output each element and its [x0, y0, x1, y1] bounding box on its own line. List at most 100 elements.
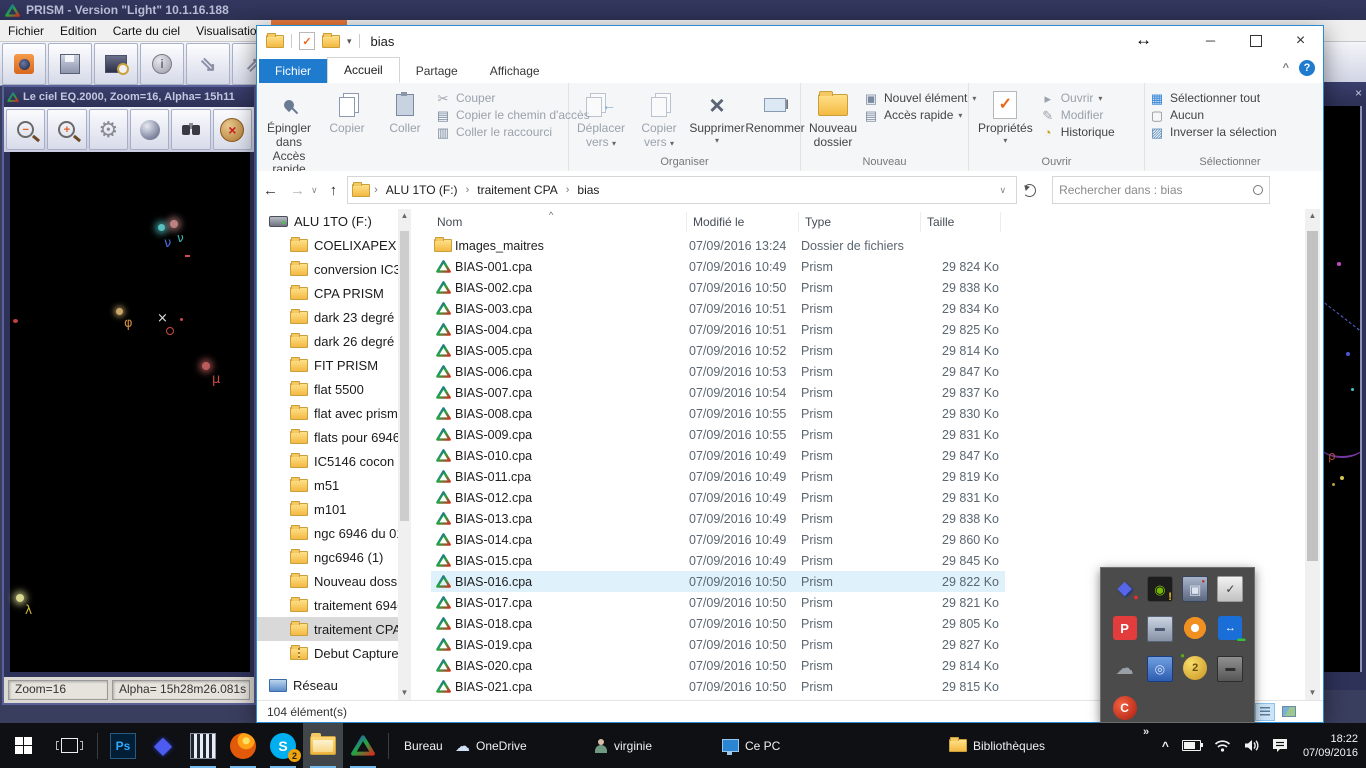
cube-alert-icon[interactable]: ◆ ● — [1113, 576, 1137, 600]
desktop-toolbar-label[interactable]: Bureau — [404, 723, 443, 768]
sidebar-item[interactable]: flat avec prism d — [257, 401, 398, 425]
select-none-button[interactable]: ▢Aucun — [1149, 108, 1277, 122]
file-row[interactable]: BIAS-006.cpa 07/09/2016 10:53 Prism 29 8… — [431, 361, 1005, 382]
sidebar-item[interactable]: FIT PRISM — [257, 353, 398, 377]
select-all-button[interactable]: ▦Sélectionner tout — [1149, 91, 1277, 105]
video-app[interactable] — [183, 723, 223, 768]
scroll-up-icon[interactable]: ▲ — [398, 209, 411, 223]
desktop-toolbar-item[interactable]: ☁ OneDrive — [455, 723, 527, 768]
open-button[interactable]: ▸Ouvrir▾ — [1040, 91, 1115, 105]
file-row[interactable]: BIAS-011.cpa 07/09/2016 10:49 Prism 29 8… — [431, 466, 1005, 487]
open-image-button[interactable] — [94, 43, 138, 85]
edit-button[interactable]: ✎Modifier — [1040, 108, 1115, 122]
breadcrumb-drive[interactable]: ALU 1TO (F:) — [382, 183, 462, 197]
sidebar-item[interactable]: ALU 1TO (F:) — [257, 209, 398, 233]
file-row[interactable]: BIAS-010.cpa 07/09/2016 10:49 Prism 29 8… — [431, 445, 1005, 466]
system-tool-icon[interactable]: ◎ — [1147, 656, 1173, 682]
folder-icon[interactable] — [322, 35, 340, 48]
sidebar-item[interactable]: flat 5500 — [257, 377, 398, 401]
sidebar-item[interactable]: ngc 6946 du 01.0 — [257, 521, 398, 545]
file-row[interactable]: BIAS-002.cpa 07/09/2016 10:50 Prism 29 8… — [431, 277, 1005, 298]
breadcrumb-current[interactable]: bias — [573, 183, 603, 197]
file-row[interactable]: BIAS-016.cpa 07/09/2016 10:50 Prism 29 8… — [431, 571, 1005, 592]
zoom-out-button[interactable]: − — [6, 109, 45, 150]
file-row[interactable]: BIAS-020.cpa 07/09/2016 10:50 Prism 29 8… — [431, 655, 1005, 676]
ribbon-collapse-icon[interactable]: ^ — [1283, 62, 1289, 74]
breadcrumb-folder[interactable]: traitement CPA — [473, 183, 561, 197]
graphics-panel-icon[interactable]: ▬ — [1147, 616, 1173, 642]
sphere-view-button[interactable] — [130, 109, 169, 150]
address-bar[interactable]: › ALU 1TO (F:) › traitement CPA › bias ∨ — [347, 176, 1017, 204]
desktop-toolbar-item[interactable]: virginie — [588, 723, 652, 768]
prism-menu-item[interactable]: Edition — [52, 20, 105, 41]
file-row[interactable]: BIAS-008.cpa 07/09/2016 10:55 Prism 29 8… — [431, 403, 1005, 424]
photoshop[interactable]: Ps — [103, 723, 143, 768]
new-folder-button[interactable]: Nouveaudossier — [805, 86, 861, 152]
file-row[interactable]: BIAS-004.cpa 07/09/2016 10:51 Prism 29 8… — [431, 319, 1005, 340]
prism-agent-icon[interactable]: P — [1113, 616, 1137, 640]
history-button[interactable]: ◔Historique — [1040, 125, 1115, 139]
prism-menu-item[interactable]: Carte du ciel — [105, 20, 188, 41]
laptop-icon[interactable]: ▬ — [1217, 656, 1243, 682]
prism-app[interactable] — [343, 723, 383, 768]
pin-quick-access-button[interactable]: Épingler dansAccès rapide — [261, 86, 317, 179]
sidebar-item[interactable]: m101 — [257, 497, 398, 521]
file-row[interactable]: BIAS-018.cpa 07/09/2016 10:50 Prism 29 8… — [431, 613, 1005, 634]
properties-check-icon[interactable]: ✓ — [299, 32, 315, 50]
rename-button[interactable]: Renommer — [747, 86, 803, 138]
paste-button[interactable]: Coller — [377, 86, 433, 138]
firefox[interactable] — [223, 723, 263, 768]
thumbnail-view-button[interactable] — [1279, 703, 1299, 721]
zoom-in-button[interactable]: + — [47, 109, 86, 150]
delete-button[interactable]: × Supprimer▾ — [689, 86, 745, 147]
copy-button[interactable]: Copier — [319, 86, 375, 138]
column-header-type[interactable]: Type — [799, 212, 921, 232]
sidebar-item[interactable]: CPA PRISM — [257, 281, 398, 305]
ccleaner-icon[interactable]: C — [1113, 696, 1137, 720]
close-button[interactable]: × — [1278, 26, 1323, 55]
forward-button[interactable]: → — [290, 182, 305, 199]
file-row[interactable]: BIAS-021.cpa 07/09/2016 10:50 Prism 29 8… — [431, 676, 1005, 697]
scrollbar-thumb[interactable] — [400, 231, 409, 521]
move-to-button[interactable]: ← Déplacervers ▾ — [573, 86, 629, 152]
scroll-down-icon[interactable]: ▼ — [1305, 686, 1320, 700]
file-row[interactable]: BIAS-009.cpa 07/09/2016 10:55 Prism 29 8… — [431, 424, 1005, 445]
tab-fichier[interactable]: Fichier — [259, 59, 327, 83]
scroll-up-icon[interactable]: ▲ — [1305, 209, 1320, 223]
close-icon[interactable]: × — [1355, 86, 1362, 100]
usb-eject-icon[interactable]: ✓ — [1217, 576, 1243, 602]
gold-badge-icon[interactable]: 2 ● — [1183, 656, 1207, 680]
battery-icon[interactable] — [1182, 740, 1201, 751]
file-row[interactable]: BIAS-015.cpa 07/09/2016 10:49 Prism 29 8… — [431, 550, 1005, 571]
sidebar-item[interactable]: traitement 6946 — [257, 593, 398, 617]
sidebar-item[interactable]: dark 26 degré — [257, 329, 398, 353]
tab-partage[interactable]: Partage — [400, 59, 474, 83]
tray-expand-icon[interactable]: ^ — [1162, 739, 1169, 753]
search-object-button[interactable] — [171, 109, 210, 150]
column-header-name[interactable]: Nom — [431, 212, 687, 232]
sidebar-item[interactable]: COELIXAPEX — [257, 233, 398, 257]
transform-button-1[interactable]: ⇘ — [186, 43, 230, 85]
file-row[interactable]: BIAS-007.cpa 07/09/2016 10:54 Prism 29 8… — [431, 382, 1005, 403]
paste-shortcut-button[interactable]: ▥Coller le raccourci — [435, 125, 590, 139]
file-row[interactable]: BIAS-019.cpa 07/09/2016 10:50 Prism 29 8… — [431, 634, 1005, 655]
teamviewer-icon[interactable]: ↔ ▬ — [1218, 616, 1242, 640]
sidebar-item[interactable]: flats pour 6946 — [257, 425, 398, 449]
toolbar-overflow-icon[interactable]: » — [1143, 726, 1149, 738]
file-row[interactable]: BIAS-017.cpa 07/09/2016 10:50 Prism 29 8… — [431, 592, 1005, 613]
properties-button[interactable]: ✓ Propriétés▾ — [973, 86, 1038, 147]
save-button[interactable] — [48, 43, 92, 85]
sidebar-item[interactable]: m51 — [257, 473, 398, 497]
history-dropdown-icon[interactable]: ∨ — [311, 185, 318, 196]
sidebar-item[interactable]: IC5146 cocon br — [257, 449, 398, 473]
orange-ring-icon[interactable] — [1183, 616, 1207, 640]
capture-button[interactable] — [2, 43, 46, 85]
file-row[interactable]: BIAS-014.cpa 07/09/2016 10:49 Prism 29 8… — [431, 529, 1005, 550]
maximize-button[interactable] — [1233, 26, 1278, 55]
scroll-down-icon[interactable]: ▼ — [398, 686, 411, 700]
refresh-icon[interactable] — [1023, 184, 1036, 197]
quick-access-button[interactable]: ▤Accès rapide▾ — [863, 108, 976, 122]
details-view-button[interactable] — [1255, 703, 1275, 721]
file-row[interactable]: BIAS-012.cpa 07/09/2016 10:49 Prism 29 8… — [431, 487, 1005, 508]
up-button[interactable]: ↑ — [330, 182, 338, 199]
